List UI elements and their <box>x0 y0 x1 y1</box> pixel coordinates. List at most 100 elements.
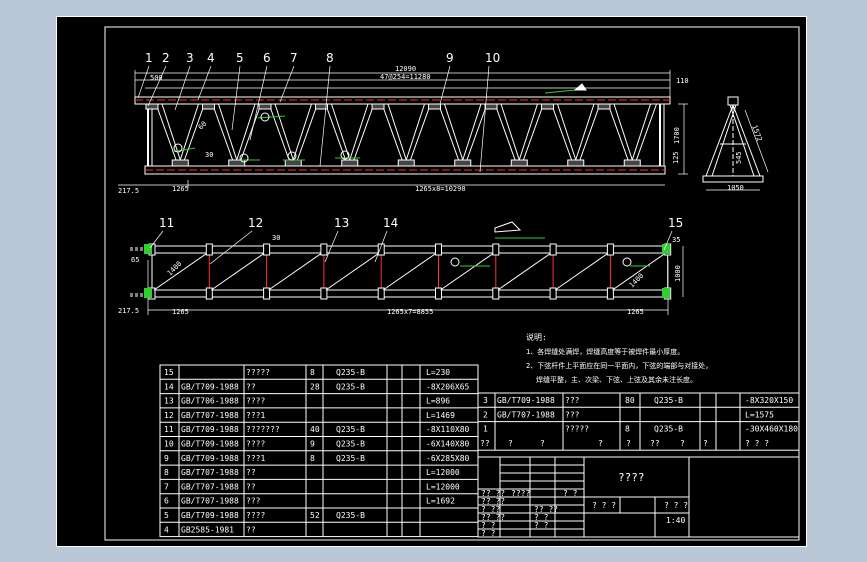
table-cell: ??????? <box>246 425 280 434</box>
section-slant: 1572 <box>750 124 763 143</box>
node-plate <box>623 159 641 167</box>
dim-total: 12090 <box>395 65 416 73</box>
web-diagonal <box>381 103 409 167</box>
table-cell: ???1 <box>246 454 265 463</box>
plan-node <box>492 243 500 256</box>
table-cell: 80 <box>625 396 635 405</box>
leader-line <box>197 65 212 101</box>
table-cell: ??? <box>565 396 580 405</box>
table-cell: ???? <box>246 440 265 449</box>
table-cell: ??? <box>246 497 261 506</box>
part-number-balloon: 12 <box>248 216 263 230</box>
part-number-balloon: 5 <box>236 51 244 65</box>
part-number-balloon: 8 <box>326 51 334 65</box>
table-cell: ??? <box>565 410 580 419</box>
table-cell: ?? <box>246 468 256 477</box>
plan-top-chord <box>147 245 669 254</box>
truss-elevation <box>134 96 671 175</box>
table-cell: 1 <box>483 425 488 434</box>
table-cell: -8X110X80 <box>426 425 470 434</box>
notes-title: 说明: <box>526 332 547 342</box>
part-number-balloon: 2 <box>162 51 170 65</box>
web-diagonal <box>212 103 240 167</box>
leader-line <box>149 230 164 249</box>
table-cell: GB/T709-1988 <box>497 396 555 405</box>
table-cell: GB/T707-1988 <box>181 468 239 477</box>
plan-node <box>320 243 328 256</box>
node-plate <box>397 159 415 167</box>
web-diagonal <box>551 103 579 167</box>
leader-line <box>249 65 268 141</box>
table-cell: L=1692 <box>426 497 455 506</box>
node-plate <box>228 159 246 167</box>
title-c7: ? ? ? <box>592 501 616 510</box>
table-cell: 9 <box>310 440 315 449</box>
table-cell: 11 <box>164 425 174 434</box>
table-cell: L=12000 <box>426 482 460 491</box>
notes-line-1: 1、各焊缝处满焊，焊缝高度等于被焊件最小厚度。 <box>526 347 684 356</box>
part-number-balloon: 15 <box>668 216 683 230</box>
table-cell: GB/T707-1988 <box>181 482 239 491</box>
plan-dim-left: 65 <box>131 256 139 264</box>
plan-dim-span: 1265x7=8855 <box>387 308 433 316</box>
header-cell: ? <box>626 439 631 448</box>
plan-diag-left: 1400 <box>166 260 184 278</box>
truss-section <box>702 96 769 191</box>
section-height: 545 <box>735 151 743 164</box>
table-cell: GB/T709-1988 <box>181 382 239 391</box>
node-plate <box>171 159 189 167</box>
table-cell: -30X460X180 <box>745 425 798 434</box>
part-number-balloon: 14 <box>383 216 398 230</box>
plan-diagonal <box>153 252 208 291</box>
web-diagonal <box>347 103 375 167</box>
plan-diagonal <box>497 252 552 291</box>
plan-dim-bottom-left: 217.5 <box>118 307 139 315</box>
node-plate <box>567 159 585 167</box>
plan-dim-right: 35 <box>672 236 680 244</box>
table-cell: 8 <box>310 368 315 377</box>
table-cell: 2 <box>483 410 488 419</box>
web-diagonal <box>629 103 657 167</box>
part-number-balloon: 6 <box>263 51 271 65</box>
table-cell: ?? <box>246 525 256 534</box>
table-cell: L=1469 <box>426 411 455 420</box>
table-cell: ???1 <box>246 411 265 420</box>
node-plate <box>145 103 159 110</box>
plan-dim-bay-right: 1265 <box>627 308 644 316</box>
table-cell: 28 <box>310 382 320 391</box>
web-diagonal <box>325 103 353 167</box>
table-cell: Q235-B <box>336 425 365 434</box>
web-members <box>155 103 657 167</box>
table-cell: GB/T707-1988 <box>497 410 555 419</box>
header-cell: ? <box>508 439 513 448</box>
section-width: 1050 <box>727 184 744 192</box>
leader-line <box>209 230 253 265</box>
node-plate <box>341 159 359 167</box>
node-plate <box>428 103 441 110</box>
weld-circles <box>173 83 587 163</box>
table-cell: ???? <box>246 511 265 520</box>
node-plate <box>510 159 528 167</box>
notes-line-3: 焊缝平整，主、次梁、下弦、上弦及其余未注长度。 <box>536 375 697 384</box>
part-number-balloon: 11 <box>159 216 174 230</box>
leader-line <box>137 65 150 99</box>
web-diagonal <box>177 103 205 167</box>
table-cell: ?? <box>246 382 256 391</box>
plan-dim-top: 30 <box>272 234 280 242</box>
plan-bottom-chord <box>147 289 669 298</box>
table-cell: 10 <box>164 440 174 449</box>
parts-list-table: 15????? 8 Q235-B L=230 14 GB/T709-1988?? 28 Q23… <box>159 364 479 538</box>
node-plate <box>284 159 302 167</box>
table-cell: 13 <box>164 397 174 406</box>
plan-diag-right: 1400 <box>628 272 646 290</box>
header-cell: ? ? ? <box>745 439 769 448</box>
node-plate <box>484 103 498 110</box>
header-cell: ?? <box>650 439 660 448</box>
title-c4: ? ? <box>563 489 578 498</box>
plan-node <box>435 243 442 256</box>
plan-dim-bay: 1265 <box>172 308 189 316</box>
table-cell: GB/T706-1988 <box>181 397 239 406</box>
web-diagonal <box>494 103 522 167</box>
header-cell: ?? <box>480 439 490 448</box>
table-cell: ????? <box>246 368 270 377</box>
